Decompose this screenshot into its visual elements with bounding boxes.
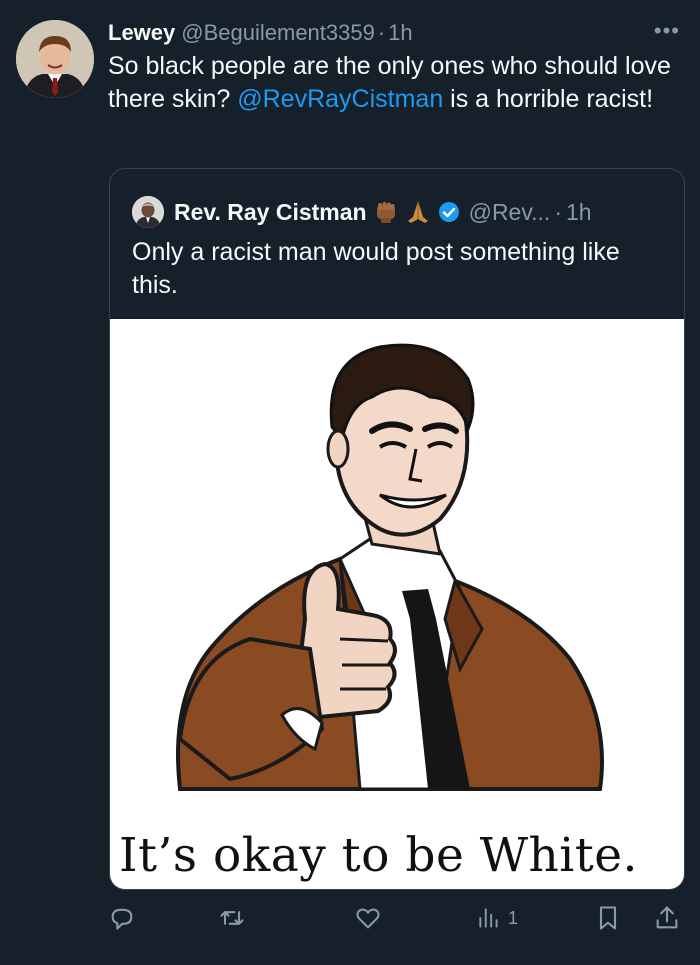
post-header: Lewey @Beguilement3359 · 1h •••: [108, 16, 680, 50]
reply-icon: [111, 908, 133, 930]
quoted-separator-dot: ·: [554, 198, 562, 225]
bookmark-icon: [599, 906, 617, 930]
action-bar: 1: [108, 898, 688, 938]
raised-fist-icon: [373, 199, 399, 225]
views-count: 1: [508, 907, 519, 928]
share-icon: [656, 906, 678, 929]
author-handle[interactable]: @Beguilement3359: [181, 20, 375, 46]
post-time[interactable]: 1h: [388, 20, 412, 46]
author-avatar[interactable]: [16, 20, 94, 98]
share-button[interactable]: [653, 898, 681, 938]
quoted-post-time[interactable]: 1h: [566, 199, 592, 226]
separator-dot: ·: [377, 20, 386, 45]
views-button[interactable]: 1: [476, 898, 518, 938]
post-text: So black people are the only ones who sh…: [108, 50, 683, 116]
repost-icon: [220, 911, 244, 925]
verified-badge-icon: [437, 200, 461, 224]
like-button[interactable]: [354, 898, 382, 938]
image-caption: It’s okay to be White.: [119, 828, 638, 883]
quoted-post-image[interactable]: It’s okay to be White.: [110, 319, 684, 889]
reply-button[interactable]: [108, 898, 136, 938]
author-name[interactable]: Lewey: [108, 20, 175, 46]
bookmark-button[interactable]: [594, 898, 622, 938]
thumbs-up-man-illustration: [176, 343, 604, 791]
quoted-post[interactable]: Rev. Ray Cistman @Rev... · 1h Only a rac…: [109, 168, 685, 890]
praying-hands-icon: [405, 199, 431, 225]
views-bar-chart-icon: [479, 908, 498, 928]
quoted-post-text: Only a racist man would post something l…: [132, 238, 620, 299]
quoted-post-header: Rev. Ray Cistman @Rev... · 1h: [132, 195, 592, 229]
mention-link[interactable]: @RevRayCistman: [237, 85, 443, 113]
heart-icon: [356, 908, 380, 929]
repost-button[interactable]: [218, 898, 246, 938]
quoted-author-handle[interactable]: @Rev...: [469, 199, 551, 226]
quoted-author-avatar[interactable]: [132, 196, 164, 228]
quoted-author-name[interactable]: Rev. Ray Cistman: [174, 199, 367, 226]
more-options-icon[interactable]: •••: [654, 18, 680, 44]
post-text-end: is a horrible racist!: [443, 85, 654, 113]
